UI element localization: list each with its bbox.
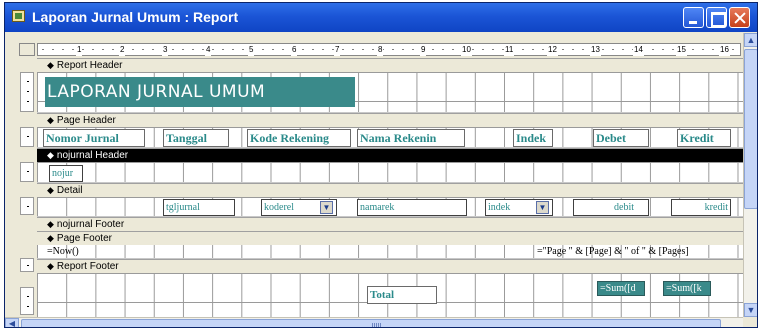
band-report-footer[interactable]: ◆ Report Footer [37,259,743,273]
ruler-number: 4 [205,44,212,56]
label-debet[interactable]: Debet [593,129,649,147]
combo-value: koderel [264,202,294,213]
field-indek[interactable]: indek ▼ [485,199,553,216]
band-label: Report Header [56,60,123,71]
band-label: nojurnal Footer [56,219,125,230]
ruler-corner[interactable] [19,43,35,56]
ruler-number: 13 [590,44,601,56]
ruler-number: 5 [248,44,255,56]
band-nojurnal-header[interactable]: ◆ nojurnal Header [37,148,743,162]
label-kode-rekening[interactable]: Kode Rekening [247,129,351,147]
ruler-number: 10 [461,44,472,56]
label-nomor-jurnal[interactable]: Nomor Jurnal [43,129,145,147]
band-arrow-icon: ◆ [47,115,54,125]
ruler-number: 8 [377,44,384,56]
ruler-number: 14 [633,44,644,56]
window-title: Laporan Jurnal Umum : Report [32,9,239,25]
horizontal-ruler: 1 2 3 4 5 6 7 8 9 10 11 12 13 14 15 16 [37,43,741,56]
report-design-surface[interactable]: ◆ Report Header LAPORAN JURNAL UMUM ◆ Page… [37,58,743,321]
label-kredit[interactable]: Kredit [677,129,731,147]
ruler-number: 12 [547,44,558,56]
band-arrow-icon: ◆ [47,60,54,70]
scroll-left-icon[interactable]: ◀ [5,318,19,327]
field-tgljurnal[interactable]: tgljurnal [163,199,235,216]
field-koderekening[interactable]: koderel ▼ [261,199,337,216]
vertical-ruler [19,58,35,321]
label-indek[interactable]: Indek [513,129,553,147]
combo-value: indek [488,202,511,213]
band-label: Report Footer [56,261,119,272]
horizontal-scrollbar[interactable]: ◀ [5,317,743,327]
ruler-number: 16 [719,44,730,56]
band-arrow-icon: ◆ [47,185,54,195]
report-footer-section[interactable]: Total =Sum([d =Sum([k [37,273,743,321]
report-design-window: Laporan Jurnal Umum : Report 1 2 3 4 5 6… [4,2,758,328]
now-expression[interactable]: =Now() [47,246,79,258]
minimize-button[interactable] [683,7,704,28]
close-button[interactable] [729,7,750,28]
report-design-icon[interactable] [12,10,25,22]
ruler-number: 1 [76,44,83,56]
field-kredit[interactable]: kredit [671,199,731,216]
field-debit[interactable]: debit [573,199,649,216]
band-arrow-icon: ◆ [47,233,54,243]
field-namarek[interactable]: namarek [357,199,467,216]
band-label: nojurnal Header [56,150,129,161]
ruler-number: 15 [676,44,687,56]
band-arrow-icon: ◆ [47,150,54,160]
ruler-number: 11 [504,44,515,56]
scroll-down-icon[interactable]: ▼ [744,303,757,317]
band-detail[interactable]: ◆ Detail [37,183,743,197]
nojurnal-header-section[interactable]: nojur [37,162,743,183]
band-arrow-icon: ◆ [47,261,54,271]
ruler-number: 2 [119,44,126,56]
band-label: Page Footer [56,233,112,244]
field-nojurnal[interactable]: nojur [49,165,83,182]
band-arrow-icon: ◆ [47,219,54,229]
title-bar[interactable]: Laporan Jurnal Umum : Report [5,3,757,32]
band-page-header[interactable]: ◆ Page Header [37,113,743,127]
label-tanggal[interactable]: Tanggal [163,129,229,147]
label-nama-rekening[interactable]: Nama Rekenin [357,129,465,147]
ruler-number: 3 [162,44,169,56]
band-page-footer[interactable]: ◆ Page Footer [37,231,743,245]
ruler-number: 9 [420,44,427,56]
scroll-thumb[interactable] [21,319,721,327]
chevron-down-icon[interactable]: ▼ [320,201,333,214]
maximize-button[interactable] [706,7,727,28]
band-report-header[interactable]: ◆ Report Header [37,58,743,72]
ruler-number: 6 [291,44,298,56]
report-header-section[interactable]: LAPORAN JURNAL UMUM [37,72,743,113]
scroll-thumb[interactable] [744,49,757,209]
ruler-number: 7 [334,44,341,56]
scroll-up-icon[interactable]: ▲ [744,33,757,47]
report-title-label[interactable]: LAPORAN JURNAL UMUM [45,77,355,107]
vertical-scrollbar[interactable]: ▲ ▼ [743,33,757,317]
total-label[interactable]: Total [367,286,437,304]
detail-section[interactable]: tgljurnal koderel ▼ namarek indek ▼ debi… [37,197,743,217]
chevron-down-icon[interactable]: ▼ [536,201,549,214]
page-number-expression[interactable]: ="Page " & [Page] & " of " & [Pages] [537,246,689,258]
band-label: Page Header [56,115,116,126]
page-header-section[interactable]: Nomor Jurnal Tanggal Kode Rekening Nama … [37,127,743,148]
band-nojurnal-footer[interactable]: ◆ nojurnal Footer [37,217,743,231]
sum-kredit-field[interactable]: =Sum([k [663,281,711,296]
band-label: Detail [56,185,83,196]
page-footer-section[interactable]: =Now() ="Page " & [Page] & " of " & [Pag… [37,245,743,259]
sum-debit-field[interactable]: =Sum([d [597,281,645,296]
